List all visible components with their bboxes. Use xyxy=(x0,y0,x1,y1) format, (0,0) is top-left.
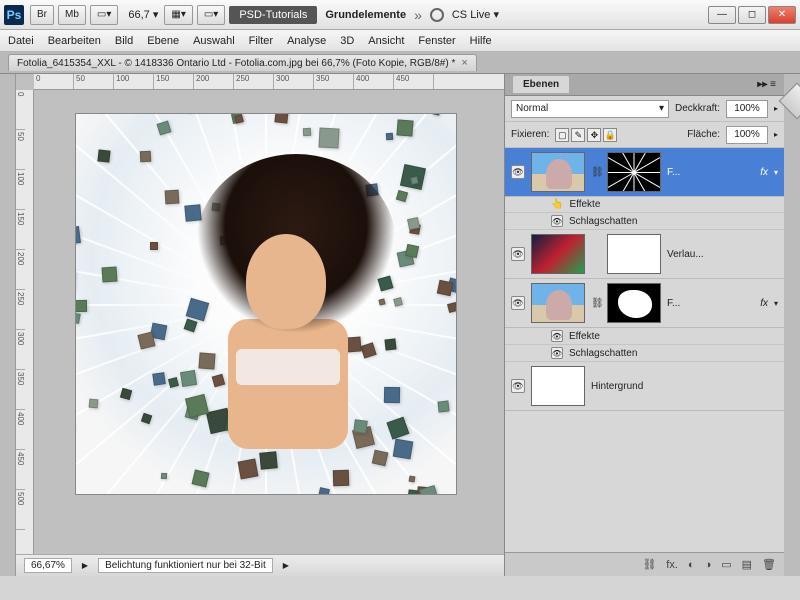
workspace-more-icon[interactable]: » xyxy=(414,7,422,23)
mask-thumb[interactable] xyxy=(607,234,661,274)
canvas-area: 050100150200250300350400450 050100150200… xyxy=(16,74,504,576)
menu-analyse[interactable]: Analyse xyxy=(287,35,326,47)
visibility-icon[interactable]: 👁 xyxy=(511,379,525,393)
group-icon[interactable]: ▭ xyxy=(721,558,731,571)
menu-bearbeiten[interactable]: Bearbeiten xyxy=(48,35,101,47)
status-bar: 66,67% ▶ Belichtung funktioniert nur bei… xyxy=(16,554,504,576)
status-zoom[interactable]: 66,67% xyxy=(24,558,72,573)
ruler-horizontal[interactable]: 050100150200250300350400450 xyxy=(34,74,504,90)
right-dock xyxy=(784,74,800,576)
lock-buttons[interactable]: ▢✎✥🔒 xyxy=(555,128,619,142)
menu-hilfe[interactable]: Hilfe xyxy=(470,35,492,47)
cslive-icon xyxy=(430,8,444,22)
arrange-button[interactable]: ▭▾ xyxy=(197,5,225,25)
opacity-input[interactable]: 100% xyxy=(726,100,768,118)
layer-thumb[interactable] xyxy=(531,283,585,323)
layer-0-effects[interactable]: 👆 Effekte xyxy=(505,197,784,213)
menu-filter[interactable]: Filter xyxy=(249,35,273,47)
opacity-label: Deckkraft: xyxy=(675,103,720,114)
layer-name[interactable]: F... xyxy=(667,298,754,309)
layer-name[interactable]: Verlau... xyxy=(667,249,778,260)
panel-menu-icon[interactable]: ▸▸ ≡ xyxy=(757,79,776,90)
layer-2-effect-shadow[interactable]: 👁Schlagschatten xyxy=(505,345,784,362)
mask-thumb[interactable] xyxy=(607,152,661,192)
document-canvas[interactable] xyxy=(76,114,456,494)
link-layers-icon[interactable]: ⛓ xyxy=(642,558,656,571)
layers-panel-footer: ⛓ fx. ◐ ◑ ▭ ▤ 🗑 xyxy=(505,552,784,576)
visibility-icon[interactable]: 👁 xyxy=(511,165,525,179)
fx-badge[interactable]: fx xyxy=(760,167,768,178)
layer-list: 👁 ⛓ F... fx▾ 👆 Effekte 👁Schlagschatten 👁… xyxy=(505,148,784,552)
layer-row-0[interactable]: 👁 ⛓ F... fx▾ xyxy=(505,148,784,197)
fill-label: Fläche: xyxy=(687,129,720,140)
fill-input[interactable]: 100% xyxy=(726,126,768,144)
menu-fenster[interactable]: Fenster xyxy=(418,35,455,47)
layer-2-effects[interactable]: 👁Effekte xyxy=(505,328,784,345)
status-message: Belichtung funktioniert nur bei 32-Bit xyxy=(98,558,273,573)
menu-bild[interactable]: Bild xyxy=(115,35,133,47)
layer-thumb[interactable] xyxy=(531,234,585,274)
layer-row-1[interactable]: 👁 Verlau... xyxy=(505,230,784,279)
layer-thumb[interactable] xyxy=(531,152,585,192)
document-tab-title: Fotolia_6415354_XXL - © 1418336 Ontario … xyxy=(17,58,455,69)
close-tab-icon[interactable]: × xyxy=(461,57,467,69)
layers-panel-tab[interactable]: Ebenen ▸▸ ≡ xyxy=(505,74,784,96)
link-icon[interactable]: ⛓ xyxy=(591,298,601,309)
blend-mode-select[interactable]: Normal▾ xyxy=(511,100,669,118)
close-button[interactable]: ✕ xyxy=(768,6,796,24)
visibility-icon[interactable]: 👁 xyxy=(511,296,525,310)
layer-name[interactable]: F... xyxy=(667,167,754,178)
mask-thumb[interactable] xyxy=(607,283,661,323)
menu-auswahl[interactable]: Auswahl xyxy=(193,35,235,47)
title-bar: Ps Br Mb ▭▾ 66,7 ▾ ▦▾ ▭▾ PSD-Tutorials G… xyxy=(0,0,800,30)
layer-row-2[interactable]: 👁 ⛓ F... fx▾ xyxy=(505,279,784,328)
menu-datei[interactable]: Datei xyxy=(8,35,34,47)
photoshop-icon: Ps xyxy=(4,5,24,25)
adjustment-icon[interactable]: ◑ xyxy=(705,559,712,571)
layers-panel: Ebenen ▸▸ ≡ Normal▾ Deckkraft: 100% ▸ Fi… xyxy=(504,74,784,576)
ruler-vertical[interactable]: 050100150200250300350400450500 xyxy=(16,90,34,576)
minibridge-button[interactable]: Mb xyxy=(58,5,86,25)
menu-ansicht[interactable]: Ansicht xyxy=(368,35,404,47)
layer-row-3[interactable]: 👁 Hintergrund xyxy=(505,362,784,411)
lock-label: Fixieren: xyxy=(511,129,549,140)
layer-name[interactable]: Hintergrund xyxy=(591,381,778,392)
screen-mode-button[interactable]: ▭▾ xyxy=(90,5,118,25)
cslive-button[interactable]: CS Live ▾ xyxy=(452,8,499,21)
status-arrow-icon[interactable]: ▶ xyxy=(82,561,88,570)
fx-badge[interactable]: fx xyxy=(760,298,768,309)
link-icon[interactable]: ⛓ xyxy=(591,167,601,178)
document-tab[interactable]: Fotolia_6415354_XXL - © 1418336 Ontario … xyxy=(8,54,477,71)
visibility-icon[interactable]: 👁 xyxy=(511,247,525,261)
minimize-button[interactable]: — xyxy=(708,6,736,24)
new-layer-icon[interactable]: ▤ xyxy=(742,558,752,571)
menu-bar: Datei Bearbeiten Bild Ebene Auswahl Filt… xyxy=(0,30,800,52)
bridge-button[interactable]: Br xyxy=(30,5,54,25)
trash-icon[interactable]: 🗑 xyxy=(762,558,776,571)
view-extras-button[interactable]: ▦▾ xyxy=(164,5,192,25)
layer-thumb[interactable] xyxy=(531,366,585,406)
menu-3d[interactable]: 3D xyxy=(340,35,354,47)
zoom-value[interactable]: 66,7 ▾ xyxy=(128,8,158,21)
maximize-button[interactable]: ◻ xyxy=(738,6,766,24)
document-tab-row: Fotolia_6415354_XXL - © 1418336 Ontario … xyxy=(0,52,800,74)
mask-icon[interactable]: ◐ xyxy=(688,559,695,571)
workspace-tag[interactable]: PSD-Tutorials xyxy=(229,6,317,24)
left-gutter xyxy=(0,74,16,576)
status-arrow2-icon[interactable]: ▶ xyxy=(283,561,289,570)
workspace-subtitle[interactable]: Grundelemente xyxy=(325,9,406,21)
fx-icon[interactable]: fx. xyxy=(666,559,678,571)
layer-0-effect-shadow[interactable]: 👁Schlagschatten xyxy=(505,213,784,230)
menu-ebene[interactable]: Ebene xyxy=(147,35,179,47)
